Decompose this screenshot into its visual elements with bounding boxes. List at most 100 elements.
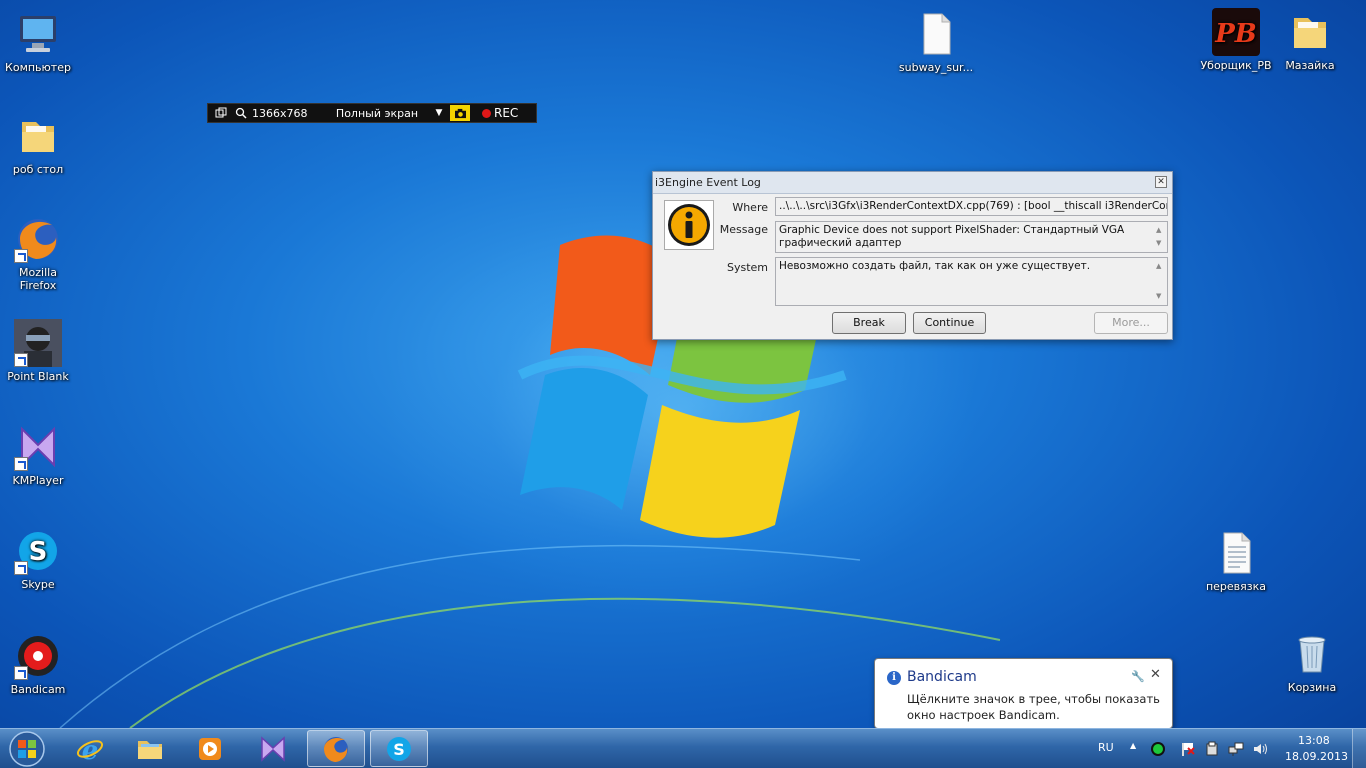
search-icon[interactable] [234,106,248,120]
uborshchik-pb-icon: PB [1212,8,1260,56]
scroll-up-icon[interactable]: ▲ [1156,224,1161,237]
folder-icon [138,740,162,759]
desktop-icon-mazaika[interactable]: Мазайка [1272,8,1348,72]
info-logo-icon [664,200,714,250]
action-center-flag-icon[interactable] [1180,741,1196,757]
folder-icon [14,112,62,160]
message-label: Message [719,223,768,236]
svg-text:S: S [29,537,48,567]
point-blank-icon [14,319,62,367]
clock-time[interactable]: 13:08 [1298,734,1330,747]
dialog-title-bar[interactable]: i3Engine Event Log ✕ [653,172,1172,194]
desktop-icon-label: Point Blank [7,370,69,383]
close-icon[interactable]: ✕ [1150,667,1161,682]
close-icon[interactable]: ✕ [1155,176,1167,188]
desktop-icon-skype[interactable]: S Skype [0,527,76,591]
desktop-icon-label: Уборщик_PB [1200,59,1272,72]
camera-icon[interactable] [450,105,470,121]
desktop-icon-label: Корзина [1287,681,1337,694]
device-icon[interactable] [1204,741,1220,757]
bandicam-tray-icon[interactable] [1150,741,1166,757]
scroll-down-icon[interactable]: ▼ [1156,290,1161,303]
system-field[interactable]: Невозможно создать файл, так как он уже … [775,257,1168,306]
show-hidden-icons[interactable]: ▲ [1130,741,1136,750]
taskbar-skype[interactable]: S [370,730,428,767]
record-dot-icon[interactable] [482,108,491,118]
volume-icon[interactable] [1252,741,1268,757]
message-scrollbar[interactable]: ▲ ▼ [1153,222,1167,252]
desktop-icon-bandicam[interactable]: Bandicam [0,632,76,696]
desktop-icon-rob-stol[interactable]: роб стол [0,112,76,176]
event-log-dialog: i3Engine Event Log ✕ Where ..\..\..\src\… [652,171,1173,340]
desktop-icon-label: Mozilla Firefox [19,266,57,292]
scroll-down-icon[interactable]: ▼ [1156,237,1161,250]
window-mode-icon[interactable] [214,106,228,120]
scroll-up-icon[interactable]: ▲ [1156,260,1161,273]
desktop-icon-label: Bandicam [10,683,66,696]
kmplayer-icon [14,423,62,471]
shortcut-arrow-icon [14,561,28,575]
desktop-icon-uborshchik[interactable]: PB Уборщик_PB [1198,8,1274,72]
desktop-icon-firefox[interactable]: Mozilla Firefox [0,215,76,292]
where-field[interactable]: ..\..\..\src\i3Gfx\i3RenderContextDX.cpp… [775,197,1168,216]
language-indicator[interactable]: RU [1098,741,1114,754]
where-value: ..\..\..\src\i3Gfx\i3RenderContextDX.cpp… [779,200,1168,212]
message-value: Graphic Device does not support PixelSha… [779,224,1125,249]
continue-button[interactable]: Continue [913,312,986,334]
rec-button[interactable]: REC [494,106,518,120]
desktop-icon-subway-file[interactable]: subway_sur... [898,10,974,74]
taskbar: e S RU ▲ 13:08 18.09.2013 [0,728,1366,768]
capture-mode-select[interactable]: Полный экран [322,107,432,120]
taskbar-kmplayer[interactable] [244,730,302,767]
notification-title: Bandicam [907,669,977,685]
kmplayer-icon [261,735,285,762]
more-button[interactable]: More... [1094,312,1168,334]
taskbar-media-player[interactable] [181,730,239,767]
firefox-icon [324,736,348,762]
network-icon[interactable] [1228,741,1244,757]
shortcut-arrow-icon [14,666,28,680]
break-button[interactable]: Break [832,312,906,334]
computer-icon [14,10,62,58]
taskbar-explorer[interactable] [121,730,179,767]
desktop-icon-recycle-bin[interactable]: Корзина [1274,630,1350,694]
svg-text:S: S [393,740,405,759]
svg-text:PB: PB [1214,19,1257,49]
info-icon: i [887,671,901,685]
shortcut-arrow-icon [14,457,28,471]
desktop-icon-label: Skype [21,578,55,591]
bandicam-icon [14,632,62,680]
desktop-icon-label: роб стол [12,163,64,176]
text-file-icon [1212,529,1260,577]
blank-file-icon [912,10,960,58]
system-value: Невозможно создать файл, так как он уже … [779,260,1091,272]
folder-icon [1286,8,1334,56]
skype-icon: S [387,736,411,761]
desktop-icon-perevyazka[interactable]: перевязка [1198,529,1274,593]
desktop-icon-label: subway_sur... [898,61,974,74]
start-button[interactable] [5,730,49,768]
bandicam-notification[interactable]: i Bandicam 🔧 ✕ Щёлкните значок в трее, ч… [874,658,1173,745]
recycle-bin-icon [1288,630,1336,678]
taskbar-firefox[interactable] [307,730,365,767]
desktop-icon-label: KMPlayer [12,474,64,487]
taskbar-ie[interactable]: e [61,730,119,767]
desktop-icon-point-blank[interactable]: Point Blank [0,319,76,383]
desktop-icon-label: Мазайка [1285,59,1335,72]
show-desktop-button[interactable] [1352,729,1366,768]
media-player-icon [199,737,221,760]
skype-icon: S [14,527,62,575]
message-field[interactable]: Graphic Device does not support PixelSha… [775,221,1168,253]
notification-text: Щёлкните значок в трее, чтобы показать о… [907,692,1160,722]
wrench-icon[interactable]: 🔧 [1131,670,1145,683]
shortcut-arrow-icon [14,353,28,367]
bandicam-recording-bar[interactable]: 1366x768 Полный экран ▼ REC [207,103,537,123]
clock-date[interactable]: 18.09.2013 [1285,750,1348,763]
system-scrollbar[interactable]: ▲ ▼ [1153,258,1167,305]
resolution-label: 1366x768 [252,106,308,120]
windows-start-icon [9,731,45,767]
desktop-icon-kmplayer[interactable]: KMPlayer [0,423,76,487]
desktop-icon-computer[interactable]: Компьютер [0,10,76,74]
chevron-down-icon[interactable]: ▼ [432,108,446,118]
svg-text:e: e [82,736,99,764]
